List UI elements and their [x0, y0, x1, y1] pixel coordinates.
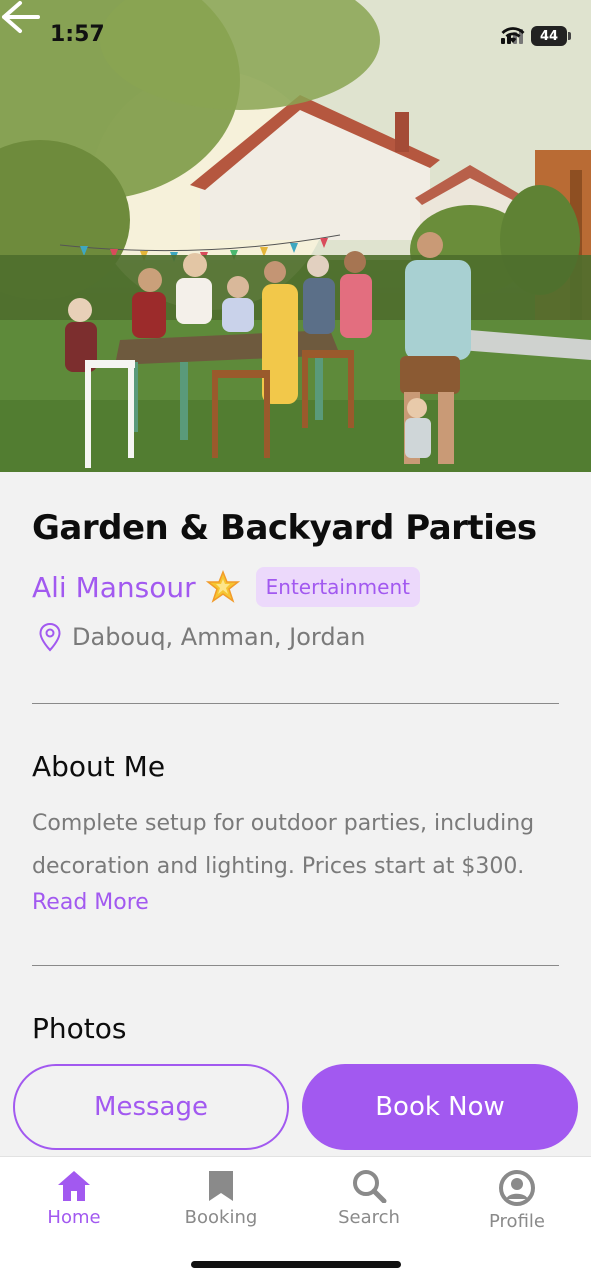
book-now-button[interactable]: Book Now	[302, 1064, 578, 1150]
listing-title: Garden & Backyard Parties	[32, 508, 537, 548]
message-button[interactable]: Message	[13, 1064, 289, 1150]
status-bar: 1:57 44	[0, 0, 591, 70]
search-icon	[353, 1170, 387, 1203]
about-text: Complete setup for outdoor parties, incl…	[32, 811, 535, 879]
read-more-link[interactable]: Read More	[32, 890, 149, 915]
owner-row: Ali Mansour Entertainment	[32, 567, 420, 607]
hero-image: 1:57 44	[0, 0, 591, 472]
category-badge: Entertainment	[255, 567, 420, 607]
tab-label: Search	[338, 1207, 400, 1228]
tab-profile[interactable]: Profile	[457, 1169, 577, 1232]
tab-label: Profile	[489, 1211, 545, 1232]
tab-label: Booking	[184, 1207, 258, 1228]
tab-label: Home	[47, 1207, 101, 1228]
back-arrow-icon[interactable]	[0, 0, 40, 34]
owner-name[interactable]: Ali Mansour	[32, 571, 196, 604]
home-indicator[interactable]	[191, 1261, 401, 1268]
battery-icon: 44	[531, 26, 571, 46]
glowing-star-icon	[205, 570, 240, 603]
tab-search[interactable]: Search	[309, 1169, 429, 1228]
photos-heading: Photos	[32, 1012, 127, 1045]
profile-icon	[499, 1170, 535, 1206]
location-text: Dabouq, Amman, Jordan	[72, 623, 366, 651]
status-time: 1:57	[50, 22, 105, 47]
status-icons: 44	[501, 26, 571, 46]
divider	[32, 965, 559, 966]
location-row: Dabouq, Amman, Jordan	[38, 622, 366, 652]
tab-home[interactable]: Home	[14, 1169, 134, 1228]
wifi-icon	[501, 27, 525, 43]
location-pin-icon	[39, 622, 61, 652]
bookmark-icon	[209, 1171, 233, 1201]
tab-booking[interactable]: Booking	[161, 1169, 281, 1228]
home-icon	[58, 1171, 90, 1201]
garden-party-photo	[0, 0, 591, 472]
about-heading: About Me	[32, 750, 166, 783]
tab-bar: Home Booking Search Profile	[0, 1156, 591, 1280]
divider	[32, 703, 559, 704]
